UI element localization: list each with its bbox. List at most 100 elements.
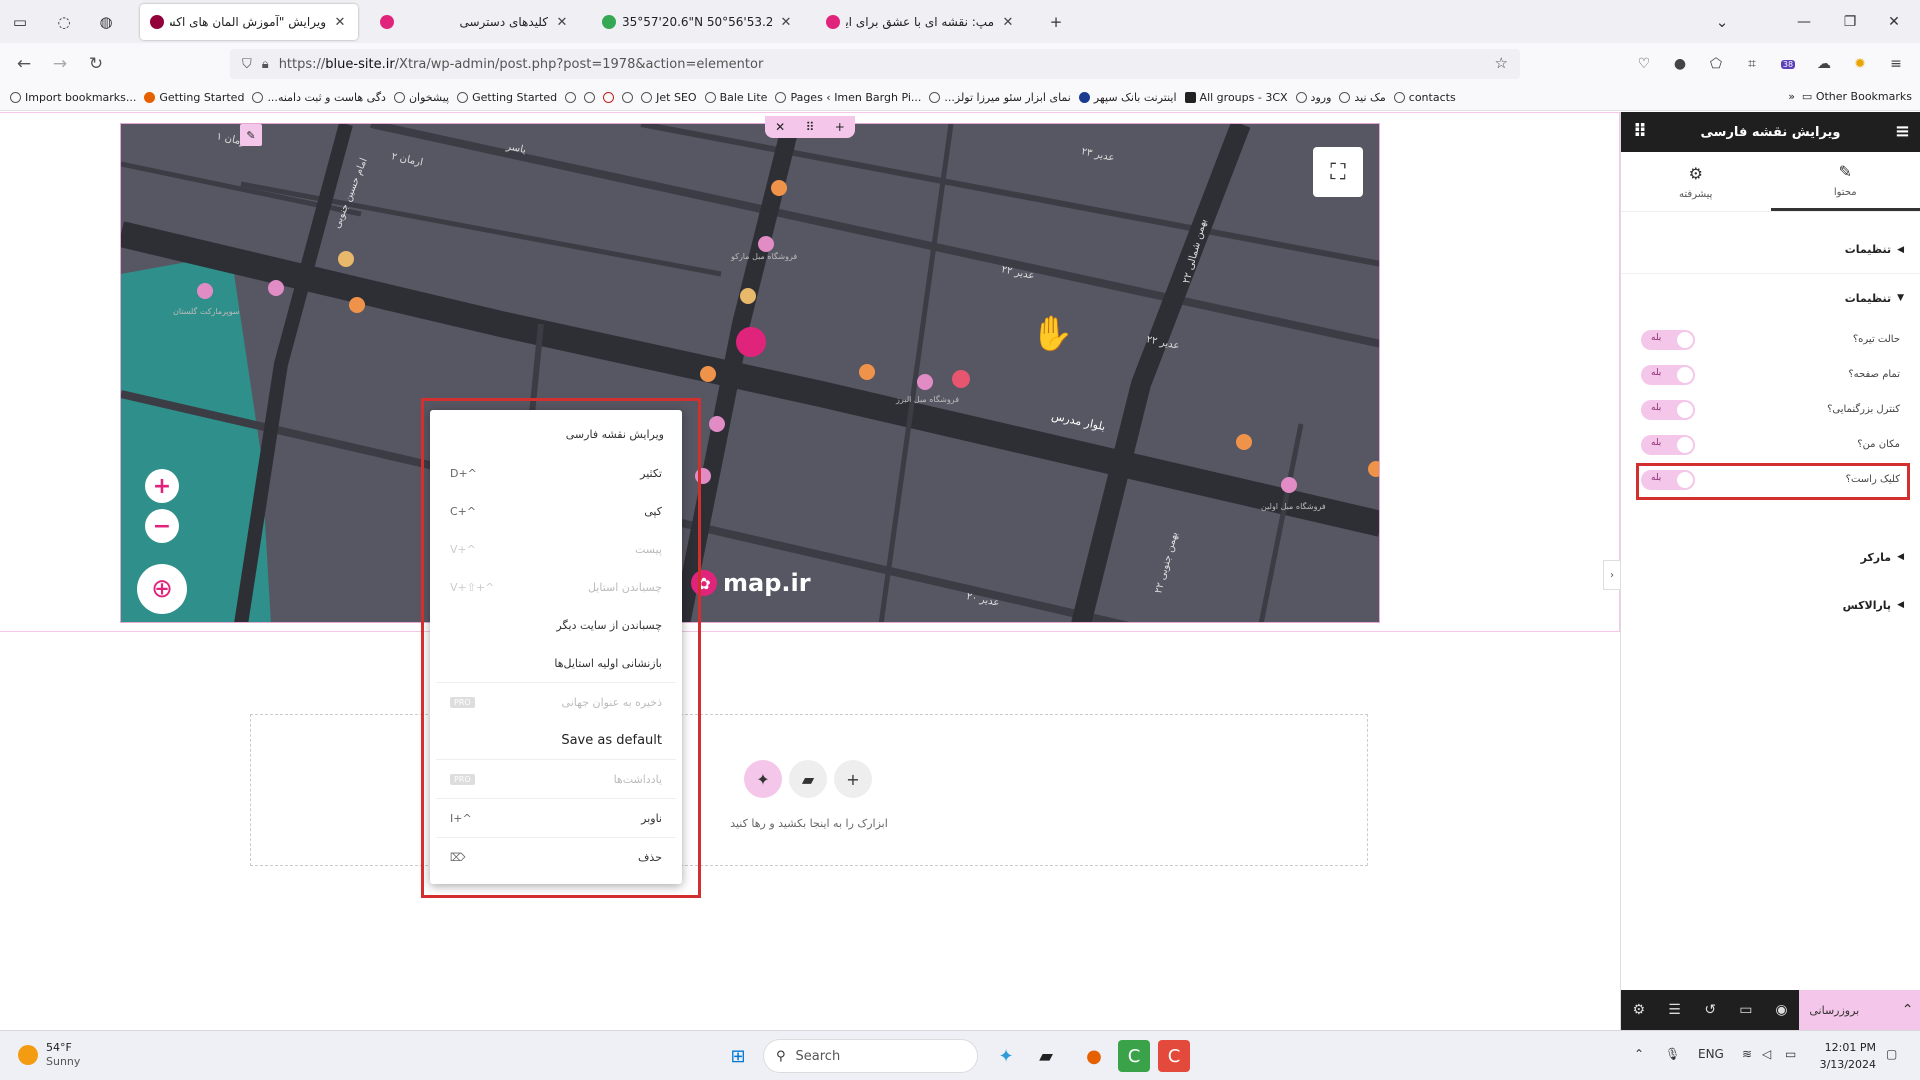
preview-eye-icon[interactable]: ◉	[1764, 990, 1800, 1030]
tab-map-ir[interactable]: مپ: نقشه ای با عشق برای ایران ✕	[816, 4, 1026, 40]
add-section-button[interactable]: +	[834, 760, 872, 798]
zoom-control-toggle[interactable]: بله	[1641, 399, 1695, 420]
map-pin[interactable]	[771, 180, 787, 196]
drag-handle-icon[interactable]: ⠿	[806, 120, 815, 134]
tab-elementor-editor[interactable]: ویرایش "آموزش المان های اکسترا – ... ✕	[140, 4, 358, 40]
windows-start-icon[interactable]: ⊞	[722, 1040, 754, 1072]
bookmark-item[interactable]: ...نمای ابزار سئو میرزا تولز	[929, 91, 1071, 104]
section-handle[interactable]: ✕ ⠿ +	[765, 116, 855, 138]
bookmark-item[interactable]: contacts	[1393, 91, 1456, 104]
map-pin[interactable]	[197, 283, 213, 299]
tab-list-icon[interactable]: ▭	[6, 8, 34, 36]
bookmark-item[interactable]: Import bookmarks...	[10, 91, 136, 104]
crop-icon[interactable]: ⌗	[1740, 52, 1764, 76]
minimize-icon[interactable]: —	[1782, 8, 1826, 36]
reload-icon[interactable]: ↻	[82, 50, 110, 78]
map-pin[interactable]	[917, 374, 933, 390]
globe-icon[interactable]	[565, 92, 577, 103]
camtasia-icon[interactable]: C	[1118, 1040, 1150, 1072]
forward-icon[interactable]: →	[46, 50, 74, 78]
delete-section-icon[interactable]: ✕	[775, 120, 785, 134]
history-icon[interactable]: ↺	[1692, 990, 1728, 1030]
extension-icon[interactable]: ◍	[92, 8, 120, 36]
wifi-icon[interactable]: ≋	[1742, 1047, 1752, 1061]
zoom-in-button[interactable]: +	[145, 469, 179, 503]
url-bar[interactable]: ⛉ 🔒︎ https://blue-site.ir/Xtra/wp-admin/…	[230, 49, 1520, 79]
volume-icon[interactable]: ◁	[1762, 1047, 1771, 1061]
map-pin[interactable]	[338, 251, 354, 267]
bookmark-item[interactable]: Getting Started	[457, 91, 557, 104]
map-pin[interactable]	[349, 297, 365, 313]
taskbar-search[interactable]: ⚲ Search	[763, 1039, 978, 1073]
microphone-icon[interactable]: 🎙︎	[1665, 1047, 1680, 1061]
map-pin[interactable]	[736, 327, 766, 357]
bookmark-item[interactable]: Bale Lite	[704, 91, 767, 104]
battery-icon[interactable]: ▭	[1785, 1047, 1796, 1061]
extensions-icon[interactable]: ⬠	[1704, 52, 1728, 76]
bookmark-item[interactable]: مک نید	[1339, 91, 1386, 104]
section-settings-collapsed[interactable]: ◀ تنظیمات	[1621, 226, 1920, 274]
firefox-icon[interactable]: ●	[1078, 1040, 1110, 1072]
map-widget[interactable]: بلوار مدرس عدیر ۲۲ عدیر ۲۲ عدیر ۲۳ ۲۲ به…	[120, 123, 1380, 623]
gear-addon-icon[interactable]: ✹	[1848, 52, 1872, 76]
weather-widget[interactable]: 54°F Sunny	[18, 1041, 80, 1069]
bookmark-item[interactable]: ورود	[1295, 91, 1331, 104]
shield-icon[interactable]: ⛉	[242, 57, 252, 72]
zoom-out-button[interactable]: −	[145, 509, 179, 543]
cloud-icon[interactable]: ☁	[1812, 52, 1836, 76]
map-pin[interactable]	[740, 288, 756, 304]
bookmark-item[interactable]: Getting Started	[144, 91, 244, 104]
map-pin[interactable]	[1281, 477, 1297, 493]
bookmark-item[interactable]: ...دگی هاست و ثبت دامنه	[252, 91, 386, 104]
collapse-panel-chevron-icon[interactable]: ›	[1603, 560, 1620, 590]
tab-advanced[interactable]: ⚙ پیشرفته	[1621, 152, 1771, 211]
bookmark-item[interactable]: All groups - 3CX	[1184, 91, 1288, 104]
tray-chevron-icon[interactable]: ⌃	[1634, 1047, 1644, 1061]
menu-icon[interactable]: ≡	[1884, 52, 1908, 76]
close-tab-icon[interactable]: ✕	[332, 15, 348, 30]
section-settings-expanded[interactable]: ▼ تنظیمات	[1621, 274, 1920, 322]
edit-widget-pencil-icon[interactable]: ✎	[240, 124, 262, 146]
close-tab-icon[interactable]: ✕	[554, 15, 570, 30]
copilot-icon[interactable]: ✦	[990, 1040, 1022, 1072]
fullscreen-toggle[interactable]: بله	[1641, 364, 1695, 385]
map-pin[interactable]	[268, 280, 284, 296]
restore-icon[interactable]: ❐	[1828, 8, 1872, 36]
bookmark-item[interactable]: پیشخوان	[393, 91, 449, 104]
firefox-view-icon[interactable]: ◌	[50, 8, 78, 36]
add-section-icon[interactable]: +	[835, 120, 845, 134]
ai-sparkle-button[interactable]: ✦	[744, 760, 782, 798]
update-button[interactable]: بروزرسانی	[1799, 990, 1895, 1030]
bookmark-item[interactable]: Pages ‹ Imen Bargh Pi...	[775, 91, 921, 104]
pocket-icon[interactable]: ♡	[1632, 52, 1656, 76]
back-icon[interactable]: ←	[10, 50, 38, 78]
widgets-grid-icon[interactable]: ⠿	[1633, 121, 1647, 142]
other-bookmarks[interactable]: » ▭ Other Bookmarks	[1788, 90, 1912, 103]
chevron-up-icon[interactable]: ⌃	[1894, 990, 1920, 1030]
section-marker[interactable]: ◀ مارکر	[1621, 533, 1920, 581]
globe-icon[interactable]	[622, 92, 634, 103]
close-tab-icon[interactable]: ✕	[778, 15, 794, 30]
bookmark-item[interactable]: اینترنت بانک سپهر	[1078, 91, 1177, 104]
notifications-icon[interactable]: ▢	[1886, 1047, 1897, 1061]
responsive-icon[interactable]: ▭	[1728, 990, 1764, 1030]
my-location-toggle[interactable]: بله	[1641, 434, 1695, 455]
account-icon[interactable]: ●	[1668, 52, 1692, 76]
tab-shortcuts[interactable]: کلیدهای دسترسی ✕	[370, 4, 580, 40]
map-pin[interactable]	[859, 364, 875, 380]
map-pin[interactable]	[758, 236, 774, 252]
camtasia-recorder-icon[interactable]: C	[1158, 1040, 1190, 1072]
close-window-icon[interactable]: ✕	[1872, 8, 1916, 36]
settings-icon[interactable]: ⚙	[1621, 990, 1657, 1030]
drop-zone[interactable]: ✦ ▰ + ابزارک را به اینجا بکشید و رها کنی…	[250, 714, 1368, 866]
bookmark-item[interactable]: Jet SEO	[641, 91, 697, 104]
map-pin[interactable]	[952, 370, 970, 388]
tab-google-maps[interactable]: 35°57'20.6"N 50°56'53.2"E - Goo ✕	[592, 4, 804, 40]
my-location-button[interactable]: ⊕	[137, 564, 187, 614]
dark-mode-toggle[interactable]: بله	[1641, 329, 1695, 350]
chevron-down-icon[interactable]: ⌄	[1708, 8, 1736, 36]
language-indicator[interactable]: ENG	[1698, 1047, 1724, 1061]
task-view-icon[interactable]: ▰	[1030, 1040, 1062, 1072]
hamburger-menu-icon[interactable]: ≡	[1895, 121, 1910, 142]
section-parallax[interactable]: ◀ پارالاکس	[1621, 581, 1920, 629]
